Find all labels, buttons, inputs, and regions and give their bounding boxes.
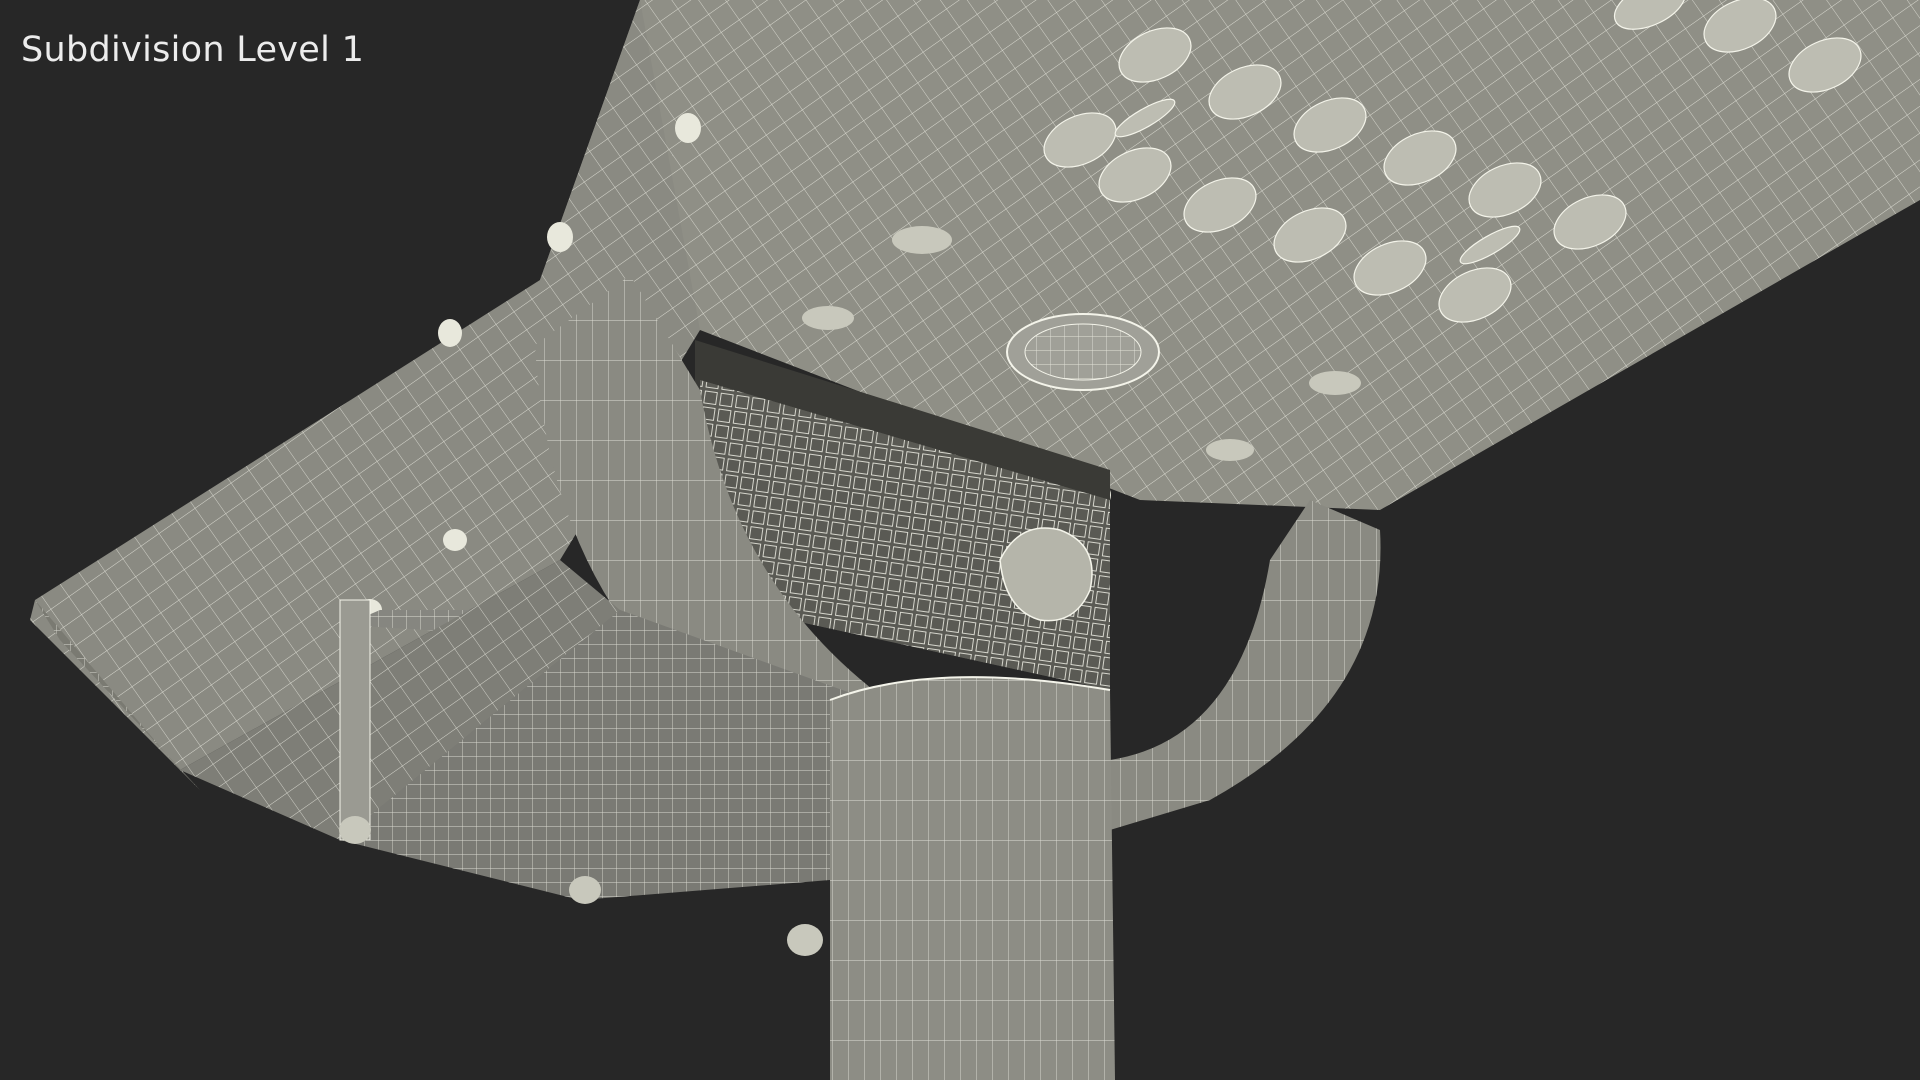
central-pillar — [829, 676, 1115, 1080]
wireframe-render — [30, 0, 1920, 1080]
right-arm — [1110, 500, 1381, 830]
subdivision-level-label: Subdivision Level 1 — [21, 30, 365, 70]
render-viewport: Subdivision Level 1 — [0, 0, 1920, 1080]
